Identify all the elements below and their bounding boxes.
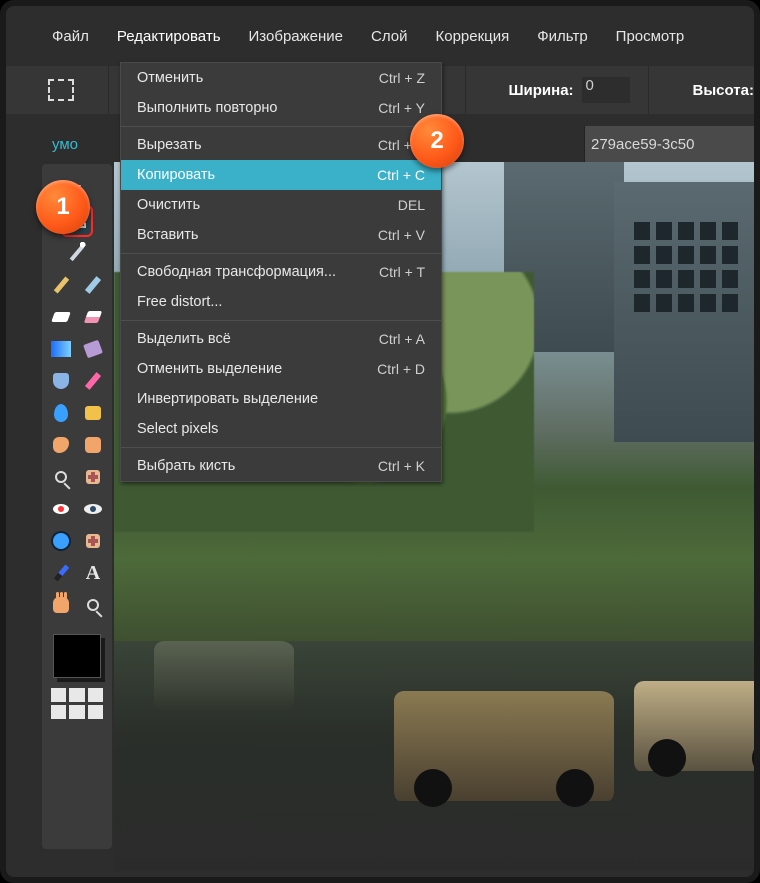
- tool-hand[interactable]: [48, 592, 74, 618]
- tool-patch[interactable]: [80, 528, 106, 554]
- menu-select-all[interactable]: Выделить всёCtrl + A: [121, 324, 441, 354]
- menu-copy[interactable]: КопироватьCtrl + C: [121, 160, 441, 190]
- menu-edit[interactable]: Редактировать: [117, 28, 221, 45]
- callout-1: 1: [36, 180, 90, 234]
- menu-clear[interactable]: ОчиститьDEL: [121, 190, 441, 220]
- tool-blur[interactable]: [48, 400, 74, 426]
- menubar: Файл Редактировать Изображение Слой Корр…: [6, 18, 754, 54]
- menu-undo[interactable]: ОтменитьCtrl + Z: [121, 63, 441, 93]
- callout-2: 2: [410, 114, 464, 168]
- tool-eraser[interactable]: [48, 304, 74, 330]
- menu-free-transform[interactable]: Свободная трансформация...Ctrl + T: [121, 257, 441, 287]
- width-label: Ширина:: [508, 82, 573, 99]
- toolbox: A: [42, 164, 112, 849]
- edit-menu-dropdown: ОтменитьCtrl + Z Выполнить повторноCtrl …: [120, 62, 442, 482]
- tool-smudge[interactable]: [48, 432, 74, 458]
- tab-prefix: умо: [52, 126, 78, 162]
- menu-free-distort[interactable]: Free distort...: [121, 287, 441, 317]
- menu-layer[interactable]: Слой: [371, 28, 407, 45]
- tool-pencil[interactable]: [48, 272, 74, 298]
- width-input[interactable]: 0: [582, 77, 630, 103]
- tool-eraser-bg[interactable]: [80, 304, 106, 330]
- menu-define-brush[interactable]: Выбрать кистьCtrl + K: [121, 451, 441, 481]
- menu-select-pixels[interactable]: Select pixels: [121, 414, 441, 444]
- menu-deselect[interactable]: Отменить выделениеCtrl + D: [121, 354, 441, 384]
- tool-brush[interactable]: [80, 272, 106, 298]
- tool-redeye[interactable]: [48, 496, 74, 522]
- app-frame: Файл Редактировать Изображение Слой Корр…: [0, 0, 760, 883]
- marquee-options-icon: [48, 79, 74, 101]
- menu-adjust[interactable]: Коррекция: [436, 28, 510, 45]
- tool-clone[interactable]: [48, 368, 74, 394]
- menu-redo[interactable]: Выполнить повторноCtrl + Y: [121, 93, 441, 123]
- menu-cut[interactable]: ВырезатьCtrl + X: [121, 130, 441, 160]
- tool-zoom[interactable]: [80, 592, 106, 618]
- menu-file[interactable]: Файл: [52, 28, 89, 45]
- tool-gradient[interactable]: [48, 336, 74, 362]
- tool-finger[interactable]: [80, 432, 106, 458]
- tool-shape[interactable]: [48, 528, 74, 554]
- tool-text[interactable]: A: [80, 560, 106, 586]
- tool-loupe[interactable]: [48, 464, 74, 490]
- tool-wand[interactable]: [64, 240, 90, 266]
- document-tab-1[interactable]: 279ace59-3c50: [584, 126, 754, 162]
- menu-paste[interactable]: ВставитьCtrl + V: [121, 220, 441, 250]
- tool-fill[interactable]: [80, 336, 106, 362]
- tool-color-replace[interactable]: [80, 368, 106, 394]
- height-label: Высота:: [693, 82, 754, 99]
- color-swatch[interactable]: [53, 634, 101, 678]
- tool-sponge[interactable]: [80, 400, 106, 426]
- menu-invert-selection[interactable]: Инвертировать выделение: [121, 384, 441, 414]
- tool-eyedropper[interactable]: [48, 560, 74, 586]
- menu-filter[interactable]: Фильтр: [537, 28, 587, 45]
- tool-eye[interactable]: [80, 496, 106, 522]
- swatch-grid[interactable]: [51, 688, 103, 719]
- menu-image[interactable]: Изображение: [249, 28, 344, 45]
- menu-view[interactable]: Просмотр: [616, 28, 685, 45]
- tool-heal[interactable]: [80, 464, 106, 490]
